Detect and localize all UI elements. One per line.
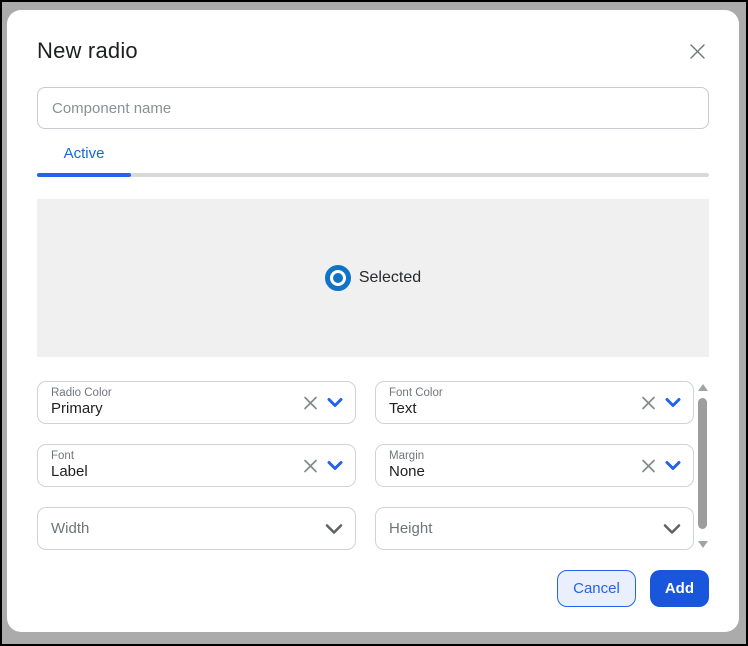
component-name-input[interactable] xyxy=(37,87,709,129)
clear-x-icon[interactable] xyxy=(641,395,656,410)
vertical-scrollbar[interactable] xyxy=(697,381,709,550)
field-icons xyxy=(325,523,343,534)
margin-select[interactable]: Margin None xyxy=(375,444,694,487)
height-select[interactable]: Height xyxy=(375,507,694,550)
field-icons xyxy=(303,458,343,473)
radio-preview-label: Selected xyxy=(359,269,421,287)
clear-x-icon[interactable] xyxy=(303,395,318,410)
add-button[interactable]: Add xyxy=(650,570,709,607)
chevron-down-icon[interactable] xyxy=(665,461,681,471)
properties-grid: Radio Color Primary Font Color Text xyxy=(37,381,694,550)
clear-x-icon[interactable] xyxy=(641,458,656,473)
tab-bar: Active xyxy=(37,139,709,177)
dialog-footer: Cancel Add xyxy=(37,570,709,607)
scroll-up-arrow-icon[interactable] xyxy=(698,384,708,391)
tab-active[interactable]: Active xyxy=(37,139,131,173)
close-button[interactable] xyxy=(685,39,709,63)
properties-section: Radio Color Primary Font Color Text xyxy=(37,381,709,550)
window-frame: New radio Active Selected Radio C xyxy=(0,0,748,646)
chevron-down-icon[interactable] xyxy=(665,398,681,408)
component-preview-area: Selected xyxy=(37,199,709,357)
chevron-down-icon[interactable] xyxy=(327,398,343,408)
page-title: New radio xyxy=(37,38,138,64)
field-icons xyxy=(303,395,343,410)
close-x-icon xyxy=(689,43,706,60)
tab-track xyxy=(37,173,709,177)
field-placeholder: Height xyxy=(389,520,432,537)
active-tab-indicator xyxy=(37,173,131,177)
new-radio-dialog: New radio Active Selected Radio C xyxy=(7,10,739,632)
radio-selected-icon[interactable] xyxy=(325,265,351,291)
cancel-button[interactable]: Cancel xyxy=(557,570,636,607)
scrollbar-thumb[interactable] xyxy=(698,398,707,529)
dialog-header: New radio xyxy=(37,38,709,64)
field-icons xyxy=(663,523,681,534)
field-placeholder: Width xyxy=(51,520,89,537)
chevron-down-icon[interactable] xyxy=(663,523,681,534)
font-color-select[interactable]: Font Color Text xyxy=(375,381,694,424)
clear-x-icon[interactable] xyxy=(303,458,318,473)
width-select[interactable]: Width xyxy=(37,507,356,550)
chevron-down-icon[interactable] xyxy=(327,461,343,471)
scroll-down-arrow-icon[interactable] xyxy=(698,541,708,548)
radio-color-select[interactable]: Radio Color Primary xyxy=(37,381,356,424)
radio-dot xyxy=(333,273,343,283)
chevron-down-icon[interactable] xyxy=(325,523,343,534)
field-icons xyxy=(641,395,681,410)
field-icons xyxy=(641,458,681,473)
font-select[interactable]: Font Label xyxy=(37,444,356,487)
